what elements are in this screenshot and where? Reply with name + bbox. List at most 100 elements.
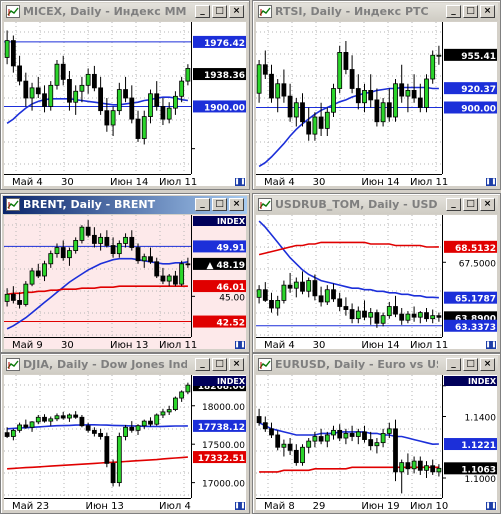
price-label: 17332.51 [193, 451, 246, 464]
price-chart[interactable]: 1976.42 1938.36 1900.00 Май 4 30 Июн 14 Июл 11 [4, 22, 246, 186]
candle-body [79, 84, 85, 92]
candle-body [85, 226, 91, 236]
chart-window[interactable]: USDRUB_TOM, Daily - USDR... _□× 68.5132 67.… [252, 193, 501, 353]
candle-body [179, 263, 185, 285]
candle-body [331, 88, 336, 113]
chart-shift-icon[interactable]: ▌▐ [486, 341, 496, 349]
minimize-icon[interactable]: _ [446, 5, 461, 18]
candle-body [135, 118, 141, 139]
chart-plot-area[interactable]: 18268.00 18000.00 17738.12 17500.00 17332.51… [4, 375, 246, 510]
candle [166, 405, 172, 415]
maximize-icon[interactable]: □ [463, 5, 478, 18]
candle [368, 74, 374, 108]
chart-window[interactable]: RTSI, Daily - Индекс РТС _ □ × 955.41 920.37 9… [252, 0, 501, 190]
maximize-icon[interactable]: □ [463, 358, 478, 371]
candle-body [116, 89, 122, 112]
index-label: INDEX [217, 217, 246, 226]
price-chart[interactable]: 49.91 ▲ 48.19 46.0145.00 42.52 INDEX Май 9 30 И… [4, 215, 246, 349]
candle [275, 430, 281, 451]
candle-body [141, 256, 147, 262]
window-titlebar[interactable]: MICEX, Daily - Индекс ММВБ _ □ × [3, 3, 247, 21]
chart-plot-area[interactable]: 1.1400 1.1221 1.1063 1.1000 INDEX Май 8 29 Июн … [256, 375, 497, 510]
candle-body [166, 107, 172, 120]
chart-shift-icon[interactable]: ▌▐ [486, 502, 496, 510]
price-label: 49.91 [193, 240, 246, 253]
candle [23, 281, 29, 307]
price-label-text: 17332.51 [198, 454, 245, 464]
candle [300, 444, 305, 466]
close-icon[interactable]: × [229, 198, 244, 211]
chart-window[interactable]: BRENT, Daily - BRENT _ □ × 49.91 ▲ 48.19 46.01… [0, 193, 250, 353]
close-icon[interactable]: × [229, 358, 244, 371]
price-label-text: 18000.00 [202, 403, 245, 413]
minimize-icon[interactable]: _ [195, 198, 210, 211]
candle-body [262, 289, 268, 301]
window-titlebar[interactable]: USDRUB_TOM, Daily - USDR... _□× [255, 196, 498, 214]
window-title: DJIA, Daily - Dow Jones Indu... [23, 358, 187, 371]
candle [399, 64, 405, 103]
candle-body [287, 95, 293, 118]
candle-body [141, 116, 147, 139]
maximize-icon[interactable]: □ [212, 198, 227, 211]
candle [48, 416, 54, 426]
candle-body [424, 465, 429, 471]
close-icon[interactable]: × [229, 5, 244, 18]
candle [160, 98, 166, 126]
minimize-icon[interactable]: _ [195, 5, 210, 18]
candle-body [424, 312, 429, 320]
price-label: 1900.00 [193, 100, 246, 113]
candle-body [430, 465, 436, 473]
chart-shift-icon[interactable]: ▌▐ [235, 341, 245, 349]
maximize-icon[interactable]: □ [212, 358, 227, 371]
candle-body [42, 93, 47, 107]
window-titlebar[interactable]: BRENT, Daily - BRENT _ □ × [3, 196, 247, 214]
minimize-icon[interactable]: _ [195, 358, 210, 371]
candle-body [35, 270, 41, 277]
candle [393, 79, 398, 122]
price-chart[interactable]: 18268.0018000.0017738.1217500.0017332.51… [4, 375, 246, 510]
price-label: 67.5000 [459, 259, 496, 269]
candle [173, 91, 178, 115]
close-icon[interactable]: × [480, 198, 495, 211]
close-icon[interactable]: × [480, 358, 495, 371]
window-titlebar[interactable]: RTSI, Daily - Индекс РТС _ □ × [255, 3, 498, 21]
maximize-icon[interactable]: □ [212, 5, 227, 18]
chart-shift-icon[interactable]: ▌▐ [235, 178, 245, 186]
candle-body [185, 384, 191, 393]
chart-plot-area[interactable]: 955.41 920.37 900.00 Май 4 30 Июн 14 Июл 11 ▌▐ [256, 22, 497, 186]
candle [42, 260, 47, 282]
close-icon[interactable]: × [480, 5, 495, 18]
price-label: 1.1000 [465, 475, 497, 485]
candle-body [154, 93, 160, 107]
chart-plot-area[interactable]: 49.91 ▲ 48.19 46.01 45.00 42.52 INDEX Май 9 30 И… [4, 215, 246, 349]
chart-window[interactable]: DJIA, Daily - Dow Jones Indu... _□× 18268.… [0, 353, 250, 514]
minimize-icon[interactable]: _ [446, 198, 461, 211]
candle [337, 45, 343, 94]
chart-window[interactable]: MICEX, Daily - Индекс ММВБ _ □ × 1976.42 1938… [0, 0, 250, 190]
candle [91, 65, 97, 92]
minimize-icon[interactable]: _ [446, 358, 461, 371]
candle [173, 270, 178, 287]
candle [10, 428, 16, 441]
price-chart[interactable]: 955.41 920.37 900.00 Май 4 30 Июн 14 Июл 11 [256, 22, 497, 186]
chart-plot-area[interactable]: 1976.42 1938.36 1900.00 Май 4 30 Июн 14 Июл 11… [4, 22, 246, 186]
candle-body [331, 289, 336, 300]
candle-body [380, 433, 386, 444]
candle [154, 413, 160, 426]
price-label: 955.41 [444, 48, 497, 62]
chart-plot-area[interactable]: 68.5132 67.5000 65.1787 63.8900 63.3373 Май 4… [256, 215, 497, 349]
maximize-icon[interactable]: □ [463, 198, 478, 211]
price-chart[interactable]: 68.513267.500065.178763.890063.3373Май 4… [256, 215, 497, 349]
candle [104, 230, 110, 248]
candle-body [405, 462, 411, 470]
chart-window[interactable]: EURUSD, Daily - Euro vs US ..._□×1.14001… [252, 353, 501, 514]
candle [380, 98, 386, 127]
candle-body [4, 432, 10, 437]
chart-shift-icon[interactable]: ▌▐ [486, 178, 496, 186]
chart-shift-icon[interactable]: ▌▐ [235, 502, 245, 510]
price-chart[interactable]: 1.1400 1.1221 1.10631.1000 INDEX Май 8 29 Июн … [256, 375, 497, 510]
window-titlebar[interactable]: EURUSD, Daily - Euro vs US ... _□× [255, 356, 498, 374]
candle [123, 233, 128, 248]
window-titlebar[interactable]: DJIA, Daily - Dow Jones Indu... _□× [3, 356, 247, 374]
candle-body [166, 275, 172, 282]
